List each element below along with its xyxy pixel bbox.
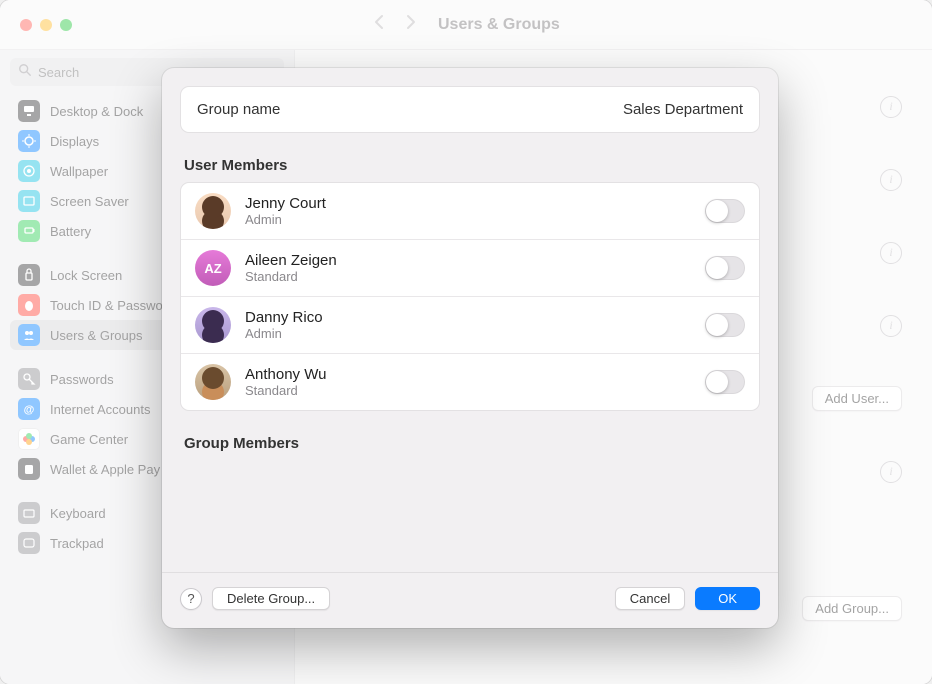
member-role: Standard	[245, 383, 326, 398]
member-role: Admin	[245, 326, 323, 341]
cancel-button[interactable]: Cancel	[615, 587, 685, 610]
member-name: Jenny Court	[245, 195, 326, 212]
member-row: Anthony WuStandard	[181, 354, 759, 410]
member-row: Jenny CourtAdmin	[181, 183, 759, 240]
group-edit-dialog: Group name Sales Department User Members…	[162, 68, 778, 628]
member-toggle[interactable]	[705, 256, 745, 280]
member-toggle[interactable]	[705, 370, 745, 394]
ok-button[interactable]: OK	[695, 587, 760, 610]
help-button[interactable]: ?	[180, 588, 202, 610]
member-role: Admin	[245, 212, 326, 227]
member-row: AZ Aileen ZeigenStandard	[181, 240, 759, 297]
system-settings-window: Users & Groups Desktop & DockDisplaysWal…	[0, 0, 932, 684]
avatar	[195, 307, 231, 343]
delete-group-button[interactable]: Delete Group...	[212, 587, 330, 610]
member-name: Anthony Wu	[245, 366, 326, 383]
member-name: Aileen Zeigen	[245, 252, 337, 269]
group-name-field[interactable]: Group name Sales Department	[180, 86, 760, 133]
group-members-heading: Group Members	[184, 435, 756, 452]
user-members-list: Jenny CourtAdminAZAileen ZeigenStandardD…	[180, 182, 760, 411]
member-row: Danny RicoAdmin	[181, 297, 759, 354]
group-name-label: Group name	[197, 101, 280, 118]
user-members-heading: User Members	[184, 157, 756, 174]
group-name-value: Sales Department	[623, 101, 743, 118]
member-role: Standard	[245, 269, 337, 284]
member-toggle[interactable]	[705, 199, 745, 223]
member-name: Danny Rico	[245, 309, 323, 326]
avatar	[195, 193, 231, 229]
dialog-footer: ? Delete Group... Cancel OK	[162, 572, 778, 610]
avatar	[195, 364, 231, 400]
avatar: AZ	[195, 250, 231, 286]
member-toggle[interactable]	[705, 313, 745, 337]
